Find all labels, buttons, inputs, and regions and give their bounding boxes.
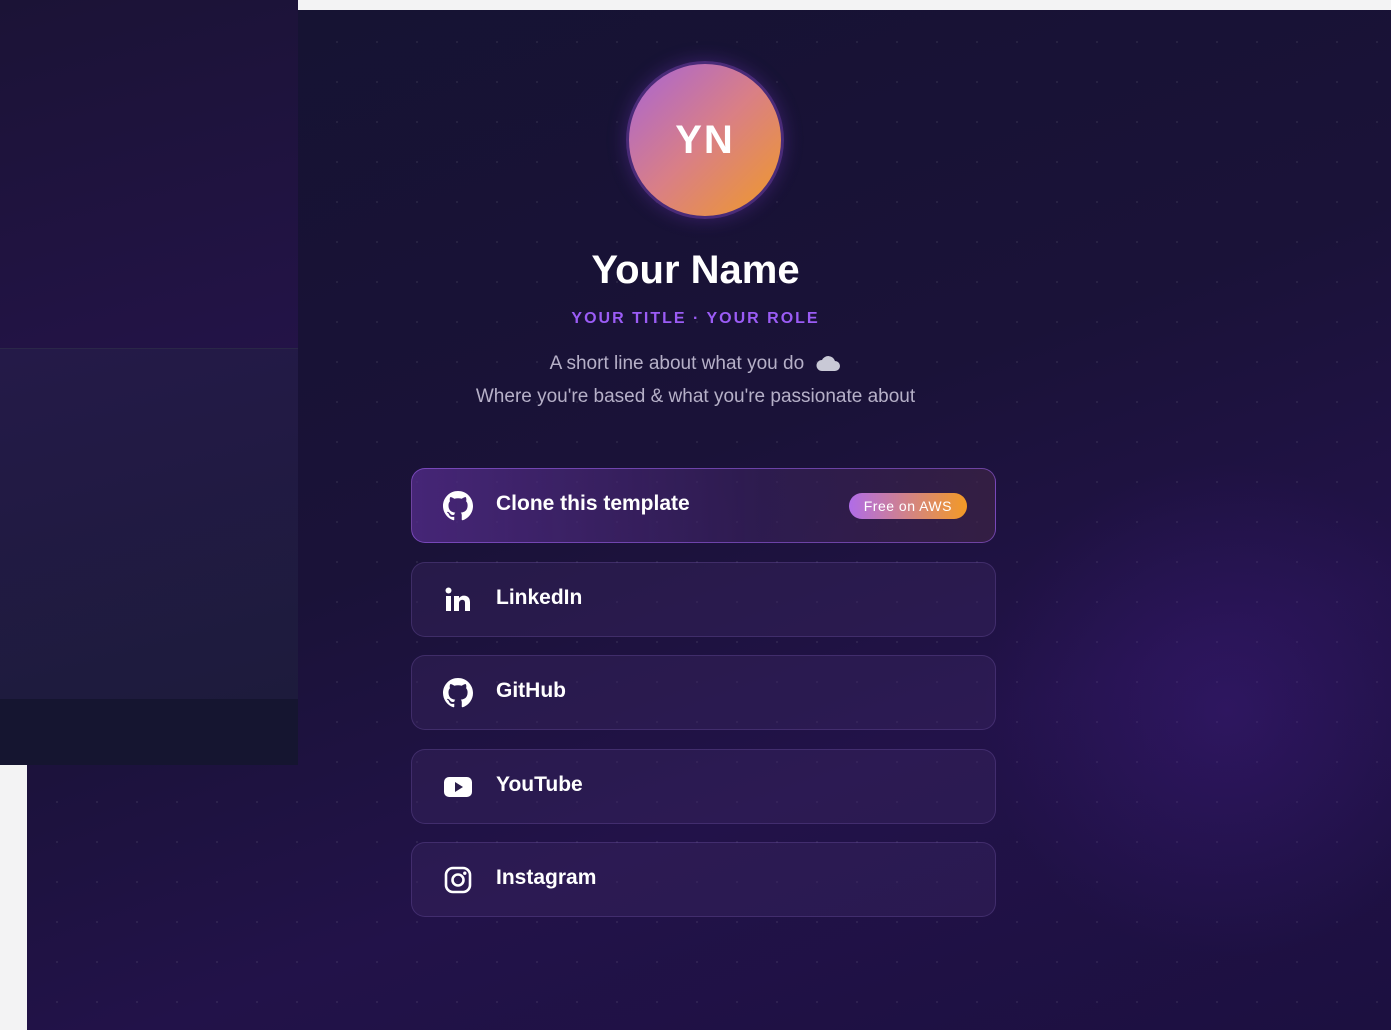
youtube-link[interactable]: YouTube — [411, 749, 996, 824]
cloud-icon — [815, 354, 841, 378]
clone-template-label: Clone this template — [496, 492, 690, 515]
github-link[interactable]: GitHub — [411, 655, 996, 730]
profile-name: Your Name — [591, 248, 800, 292]
github-label: GitHub — [496, 679, 566, 702]
github-icon — [443, 491, 473, 521]
youtube-icon — [443, 772, 473, 802]
bio-line-2: Where you're based & what you're passion… — [475, 386, 916, 407]
clone-template-link[interactable]: Clone this template Free on AWS — [411, 468, 996, 543]
avatar: YN — [626, 61, 784, 219]
linkedin-link[interactable]: LinkedIn — [411, 562, 996, 637]
left-overlay-panel — [0, 0, 298, 765]
left-panel-bottom — [0, 699, 298, 765]
profile-role: YOUR TITLE · YOUR ROLE — [571, 310, 820, 327]
instagram-icon — [443, 865, 473, 895]
free-on-aws-badge: Free on AWS — [848, 493, 967, 519]
linkedin-label: LinkedIn — [496, 586, 583, 609]
left-panel-top — [0, 0, 298, 348]
linkedin-icon — [443, 585, 473, 615]
avatar-initials: YN — [675, 117, 735, 162]
instagram-link[interactable]: Instagram — [411, 842, 996, 917]
youtube-label: YouTube — [496, 773, 583, 796]
bio-line-1-text: A short line about what you do — [549, 353, 805, 374]
instagram-label: Instagram — [496, 866, 597, 889]
github-icon — [443, 678, 473, 708]
bio-line-1: A short line about what you do — [0, 353, 1391, 378]
